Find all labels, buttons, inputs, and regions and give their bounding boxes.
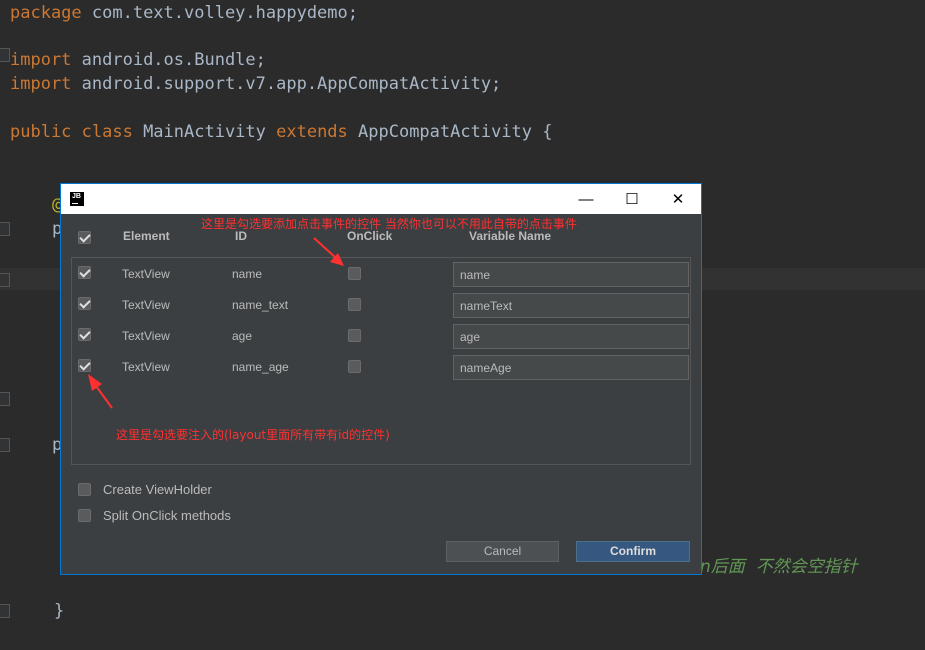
code-text: com.text.volley.happydemo; bbox=[81, 3, 358, 23]
element-type: TextView bbox=[122, 298, 170, 312]
create-viewholder-label[interactable]: Create ViewHolder bbox=[103, 482, 212, 497]
variable-name-input[interactable]: nameText bbox=[453, 293, 689, 318]
onclick-checkbox[interactable] bbox=[348, 267, 361, 280]
inject-checkbox[interactable] bbox=[78, 297, 91, 310]
element-id: name bbox=[232, 267, 263, 281]
fold-marker-icon[interactable] bbox=[0, 273, 10, 287]
annotation-inject-note: 这里是勾选要注入的(layout里面所有带有id的控件) bbox=[116, 428, 390, 442]
element-type: TextView bbox=[122, 360, 170, 374]
fold-marker-icon[interactable] bbox=[0, 48, 10, 62]
column-header-element[interactable]: Element bbox=[123, 229, 170, 243]
keyword: import bbox=[10, 74, 72, 94]
keyword: extends bbox=[276, 122, 348, 142]
fold-marker-icon[interactable] bbox=[0, 438, 10, 452]
code-text: android.support.v7.app.AppCompatActivity… bbox=[71, 74, 502, 94]
variable-name-input[interactable]: nameAge bbox=[453, 355, 689, 380]
keyword: public class bbox=[10, 122, 133, 142]
cancel-button[interactable]: Cancel bbox=[446, 541, 559, 562]
fold-marker-icon[interactable] bbox=[0, 392, 10, 406]
code-line-import-bundle[interactable]: import android.os.Bundle; bbox=[10, 49, 266, 71]
annotation-onclick-note: 这里是勾选要添加点击事件的控件 当然你也可以不用此自带的点击事件 bbox=[201, 217, 577, 231]
element-id: name_age bbox=[232, 360, 289, 374]
dialog-titlebar[interactable]: JB — ☐ ✕ bbox=[61, 184, 701, 214]
inject-checkbox[interactable] bbox=[78, 359, 91, 372]
fold-marker-icon[interactable] bbox=[0, 604, 10, 618]
variable-name-input[interactable]: name bbox=[453, 262, 689, 287]
inject-checkbox[interactable] bbox=[78, 266, 91, 279]
variable-name-input[interactable]: age bbox=[453, 324, 689, 349]
maximize-button[interactable]: ☐ bbox=[609, 184, 655, 214]
split-onclick-checkbox[interactable] bbox=[78, 509, 91, 522]
keyword: package bbox=[10, 3, 82, 23]
jetbrains-logo-icon: JB bbox=[70, 192, 84, 206]
code-comment-fragment: n后面 不然会空指针 bbox=[700, 557, 858, 577]
close-button[interactable]: ✕ bbox=[655, 184, 701, 214]
code-line-import-appcompat[interactable]: import android.support.v7.app.AppCompatA… bbox=[10, 73, 501, 95]
onclick-checkbox[interactable] bbox=[348, 329, 361, 342]
fold-marker-icon[interactable] bbox=[0, 222, 10, 236]
split-onclick-label[interactable]: Split OnClick methods bbox=[103, 508, 231, 523]
confirm-button[interactable]: Confirm bbox=[576, 541, 690, 562]
code-text: MainActivity bbox=[132, 122, 277, 142]
element-id: name_text bbox=[232, 298, 289, 312]
code-text: android.os.Bundle; bbox=[71, 50, 266, 70]
closing-brace: } bbox=[54, 601, 65, 621]
code-line-class-declaration[interactable]: public class MainActivity extends AppCom… bbox=[10, 121, 552, 143]
keyword: import bbox=[10, 50, 72, 70]
create-viewholder-checkbox[interactable] bbox=[78, 483, 91, 496]
select-all-checkbox[interactable] bbox=[78, 231, 91, 244]
code-line-package[interactable]: package com.text.volley.happydemo; bbox=[10, 2, 358, 24]
inject-checkbox[interactable] bbox=[78, 328, 91, 341]
onclick-checkbox[interactable] bbox=[348, 298, 361, 311]
element-type: TextView bbox=[122, 267, 170, 281]
onclick-checkbox[interactable] bbox=[348, 360, 361, 373]
element-id: age bbox=[232, 329, 253, 343]
code-text: AppCompatActivity { bbox=[347, 122, 553, 142]
element-type: TextView bbox=[122, 329, 170, 343]
minimize-button[interactable]: — bbox=[563, 184, 609, 214]
butterknife-dialog: JB — ☐ ✕ Element ID OnClick Variable Nam… bbox=[60, 183, 702, 575]
